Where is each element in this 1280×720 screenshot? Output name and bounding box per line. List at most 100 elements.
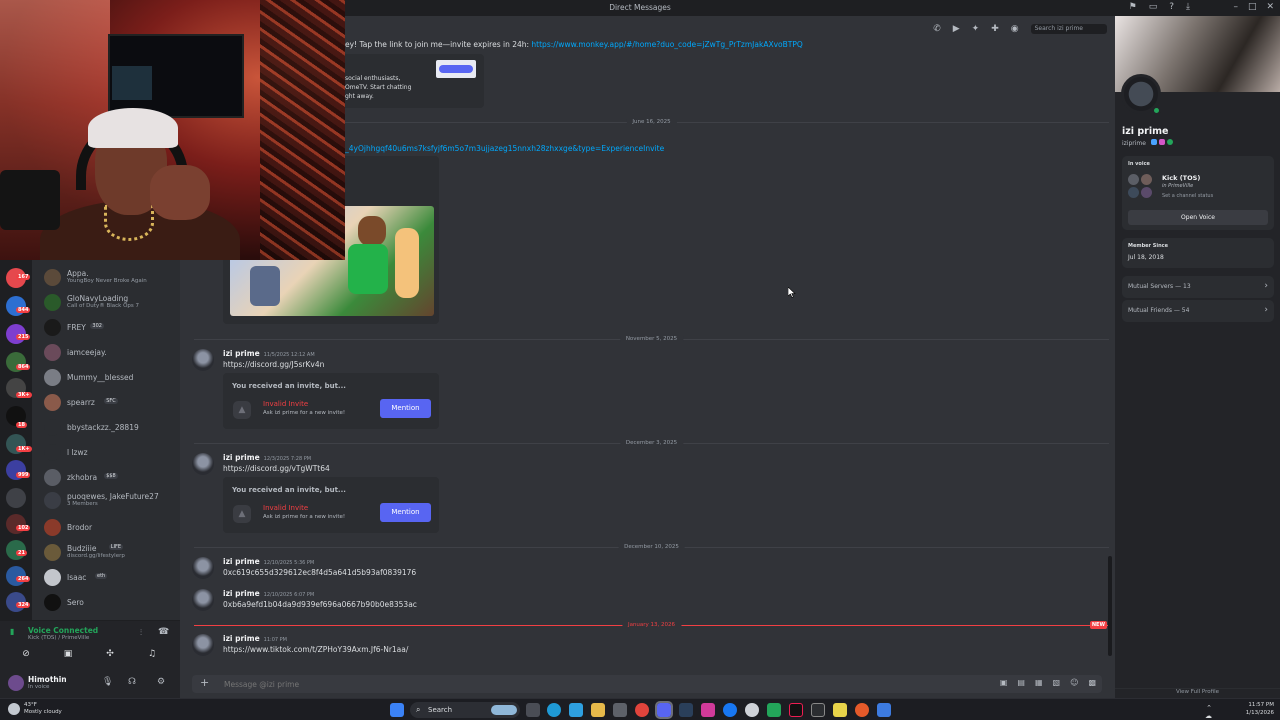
windows-start-icon[interactable] xyxy=(390,703,404,717)
copilot-icon[interactable] xyxy=(569,703,583,717)
avatar[interactable] xyxy=(192,589,214,611)
voice-channel[interactable]: Kick (TOS) / PrimeVille xyxy=(28,635,89,641)
chatgpt-icon[interactable] xyxy=(745,703,759,717)
screen-share-icon[interactable]: ▣ xyxy=(59,649,77,663)
attach-icon[interactable]: + xyxy=(200,676,209,689)
dm-item[interactable]: Sero xyxy=(32,591,180,613)
mic-icon[interactable]: 🎙︎ xyxy=(102,677,113,687)
app-window-icon[interactable] xyxy=(877,703,891,717)
chat-scrollbar[interactable] xyxy=(1108,556,1112,656)
dm-item[interactable]: zkhobra $$8 xyxy=(32,466,180,488)
help-icon[interactable]: ? xyxy=(1169,2,1174,12)
download-icon[interactable]: ⤓ xyxy=(1186,2,1190,12)
author-name[interactable]: izi prime xyxy=(223,557,260,566)
discord-icon[interactable] xyxy=(655,701,673,719)
inbox-icon[interactable]: ⚑ xyxy=(1129,2,1137,12)
camera-off-icon[interactable]: ⊘ xyxy=(17,649,35,663)
server-icon[interactable] xyxy=(6,296,26,316)
dm-item[interactable]: Brodor xyxy=(32,516,180,538)
avatar[interactable] xyxy=(192,453,214,475)
tiktok-icon[interactable] xyxy=(789,703,803,717)
avatar[interactable] xyxy=(192,557,214,579)
dm-item[interactable]: Isaac eth xyxy=(32,566,180,588)
dm-item[interactable]: spearrz SFC xyxy=(32,391,180,413)
system-tray[interactable]: ⌃ ☁ ▭ ☏ ◗ ▯ 11:57 PM 1/13/2026 xyxy=(1205,701,1274,720)
screen-icon[interactable]: ▭ xyxy=(1149,2,1158,12)
noise-suppression-icon[interactable]: ⫶ xyxy=(140,628,142,638)
store-icon[interactable] xyxy=(613,703,627,717)
message-link[interactable]: https://discord.gg/vTgWTt64 xyxy=(223,464,330,473)
author-name[interactable]: izi prime xyxy=(223,589,260,598)
headphones-icon[interactable]: ☊ xyxy=(128,677,136,687)
weather-widget[interactable]: 43°F Mostly cloudy xyxy=(6,702,62,716)
profile-toggle-icon[interactable]: ◉ xyxy=(1011,24,1019,34)
sticky-notes-icon[interactable] xyxy=(833,703,847,717)
app-icon[interactable]: ▤ xyxy=(1017,678,1025,687)
chrome-icon[interactable] xyxy=(635,703,649,717)
taskbar-search[interactable]: ⌕ Search xyxy=(410,702,520,718)
mention-button[interactable]: Mention xyxy=(380,399,431,418)
obs-icon[interactable] xyxy=(855,703,869,717)
message-author[interactable]: izi prime 12/10/2025 6:07 PM xyxy=(223,589,314,598)
author-name[interactable]: izi prime xyxy=(223,634,260,643)
dm-item[interactable]: FREY 302 xyxy=(32,316,180,338)
terminal-icon[interactable] xyxy=(811,703,825,717)
steam-icon[interactable] xyxy=(679,703,693,717)
avatar[interactable] xyxy=(192,349,214,371)
link-embed[interactable]: social enthusiasts, OmeTV. Start chattin… xyxy=(340,54,484,108)
message-author[interactable]: izi prime 11:07 PM xyxy=(223,634,287,643)
tray-icons[interactable]: ⌃ ☁ ▭ ☏ ◗ ▯ xyxy=(1203,704,1212,720)
author-name[interactable]: izi prime xyxy=(223,349,260,358)
emoji-icon[interactable]: ☺ xyxy=(1070,678,1078,687)
dm-item[interactable]: Mummy__blessed xyxy=(32,366,180,388)
soundboard-icon[interactable]: ♫ xyxy=(143,649,161,663)
app-icon[interactable] xyxy=(767,703,781,717)
sticker-icon[interactable]: ▧ xyxy=(1053,678,1061,687)
edge-icon[interactable] xyxy=(547,703,561,717)
open-voice-button[interactable]: Open Voice xyxy=(1128,210,1268,225)
task-view-icon[interactable] xyxy=(526,703,540,717)
user-avatar[interactable] xyxy=(8,675,24,691)
set-status-link[interactable]: Set a channel status xyxy=(1162,193,1213,199)
author-name[interactable]: izi prime xyxy=(223,453,260,462)
mention-button[interactable]: Mention xyxy=(380,503,431,522)
message-link[interactable]: https://www.tiktok.com/t/ZPHoY39Axm.Jf6-… xyxy=(223,645,408,654)
user-name[interactable]: Himothin xyxy=(28,675,67,684)
message-author[interactable]: izi prime 12/3/2025 7:28 PM xyxy=(223,453,311,462)
badge-icon[interactable] xyxy=(1150,139,1157,145)
server-icon[interactable] xyxy=(6,514,26,534)
message-input[interactable] xyxy=(224,677,984,691)
pin-icon[interactable]: ✦ xyxy=(972,24,980,34)
voice-channel-name[interactable]: Kick (TOS) xyxy=(1162,174,1200,182)
add-friend-icon[interactable]: ✚ xyxy=(991,24,999,34)
gif-icon[interactable]: ▦ xyxy=(1035,678,1043,687)
dm-item[interactable]: puoqɐwes, JakeFuture27 3 Members xyxy=(32,489,180,511)
video-icon[interactable]: ▶ xyxy=(953,24,960,34)
dm-item[interactable]: Budziiie LIFE discord.gg/lifestylerp xyxy=(32,541,180,563)
roblox-link[interactable]: _4yOjhhgqf40u6ms7ksfyjf6m5o7m3ujjazeg15n… xyxy=(345,144,664,153)
activities-icon[interactable]: ✣ xyxy=(101,649,119,663)
message-author[interactable]: izi prime 11/5/2025 12:12 AM xyxy=(223,349,315,358)
minimize-icon[interactable]: – xyxy=(1233,2,1238,12)
nitro-icon[interactable] xyxy=(1158,139,1165,145)
apps-icon[interactable]: ▩ xyxy=(1088,678,1096,687)
monkey-link[interactable]: https://www.monkey.app/#/home?duo_code=j… xyxy=(531,40,802,49)
messenger-icon[interactable] xyxy=(723,703,737,717)
view-full-profile-link[interactable]: View Full Profile xyxy=(1115,688,1280,698)
dm-item[interactable]: GloNavyLoading Call of Duty® Black Ops 7 xyxy=(32,291,180,313)
settings-gear-icon[interactable]: ⚙ xyxy=(157,677,165,687)
message-link[interactable]: https://discord.gg/J5srKv4n xyxy=(223,360,324,369)
mutual-friends-row[interactable]: Mutual Friends — 54 › xyxy=(1122,300,1274,322)
gift-icon[interactable]: ▣ xyxy=(1000,678,1008,687)
boost-icon[interactable] xyxy=(1166,139,1173,145)
avatar[interactable] xyxy=(192,634,214,656)
dm-item[interactable]: bbystackzz._28819 xyxy=(32,416,180,438)
instagram-icon[interactable] xyxy=(701,703,715,717)
disconnect-icon[interactable]: ☎ xyxy=(158,627,169,637)
dm-item[interactable]: l lzwz xyxy=(32,441,180,463)
mutual-servers-row[interactable]: Mutual Servers — 13 › xyxy=(1122,276,1274,298)
message-composer[interactable]: + ▣ ▤ ▦ ▧ ☺ ▩ xyxy=(192,675,1102,693)
folder-icon[interactable] xyxy=(6,488,26,508)
close-icon[interactable]: ✕ xyxy=(1266,2,1274,12)
dm-item[interactable]: Appa. YoungBoy Never Broke Again xyxy=(32,266,180,288)
